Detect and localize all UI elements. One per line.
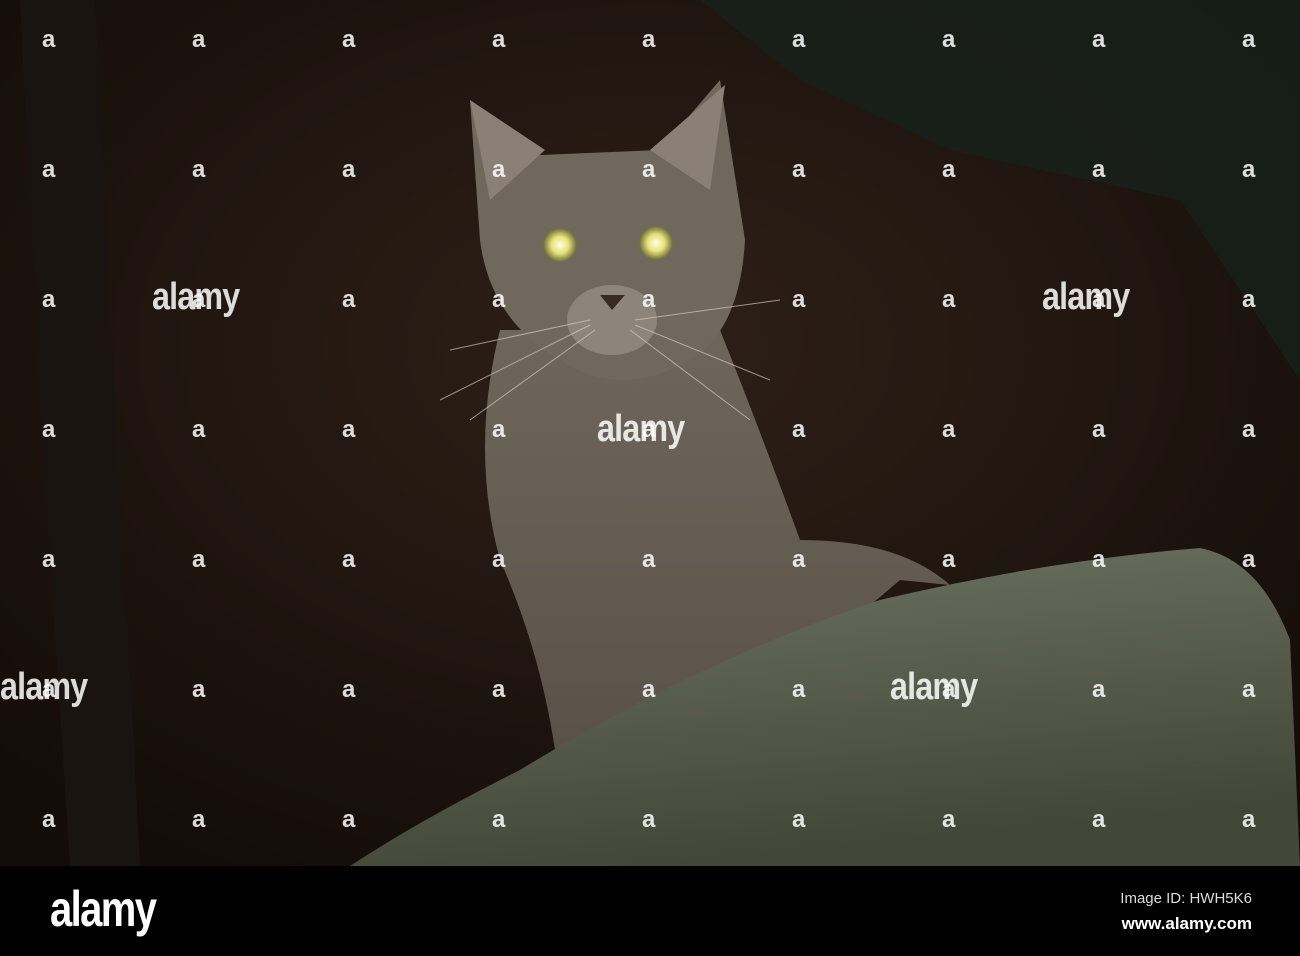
watermark-mark: a <box>1242 26 1256 53</box>
watermark-mark: a <box>42 416 56 443</box>
watermark-mark: a <box>642 546 656 573</box>
watermark-text: alamy <box>1042 276 1130 318</box>
watermark-mark: a <box>642 676 656 703</box>
cat-eye-left <box>543 228 577 262</box>
watermark-mark: a <box>942 546 956 573</box>
watermark-mark: a <box>642 156 656 183</box>
watermark-mark: a <box>192 286 206 313</box>
watermark-text: alamy <box>890 666 978 708</box>
watermark-mark: a <box>642 806 656 833</box>
watermark-mark: a <box>942 26 956 53</box>
watermark-mark: a <box>792 546 806 573</box>
watermark-mark: a <box>642 286 656 313</box>
watermark-mark: a <box>1242 156 1256 183</box>
watermark-mark: a <box>642 26 656 53</box>
watermark-mark: a <box>342 156 356 183</box>
cat-eye-right <box>639 226 673 260</box>
watermark-mark: a <box>192 806 206 833</box>
watermark-mark: a <box>1242 416 1256 443</box>
watermark-mark: a <box>492 806 506 833</box>
watermark-mark: a <box>492 546 506 573</box>
watermark-mark: a <box>1242 546 1256 573</box>
watermark-mark: a <box>1242 286 1256 313</box>
watermark-mark: a <box>192 26 206 53</box>
watermark-mark: a <box>42 806 56 833</box>
watermark-mark: a <box>1242 676 1256 703</box>
watermark-mark: a <box>1092 26 1106 53</box>
watermark-mark: a <box>1092 416 1106 443</box>
watermark-mark: a <box>342 26 356 53</box>
watermark-mark: a <box>792 806 806 833</box>
watermark-mark: a <box>42 286 56 313</box>
watermark-mark: a <box>792 156 806 183</box>
watermark-mark: a <box>642 416 656 443</box>
watermark-text: alamy <box>597 408 685 450</box>
watermark-mark: a <box>492 416 506 443</box>
watermark-mark: a <box>342 546 356 573</box>
watermark-mark: a <box>942 676 956 703</box>
watermark-mark: a <box>42 26 56 53</box>
watermark-mark: a <box>342 676 356 703</box>
watermark-mark: a <box>792 676 806 703</box>
watermark-mark: a <box>942 416 956 443</box>
watermark-mark: a <box>492 676 506 703</box>
watermark-mark: a <box>1242 806 1256 833</box>
watermark-mark: a <box>42 676 56 703</box>
alamy-logo: alamy <box>50 881 157 937</box>
watermark-mark: a <box>42 546 56 573</box>
watermark-mark: a <box>1092 546 1106 573</box>
watermark-mark: a <box>1092 156 1106 183</box>
watermark-mark: a <box>492 156 506 183</box>
watermark-mark: a <box>492 286 506 313</box>
watermark-mark: a <box>342 806 356 833</box>
watermark-mark: a <box>792 26 806 53</box>
watermark-mark: a <box>792 416 806 443</box>
watermark-mark: a <box>42 156 56 183</box>
watermark-mark: a <box>1092 286 1106 313</box>
watermark-mark: a <box>1092 676 1106 703</box>
watermark-mark: a <box>942 286 956 313</box>
image-id: Image ID: HWH5K6 <box>1120 890 1252 907</box>
watermark-mark: a <box>792 286 806 313</box>
watermark-mark: a <box>342 416 356 443</box>
watermark-mark: a <box>192 676 206 703</box>
footer-bar: alamy Image ID: HWH5K6 www.alamy.com <box>0 866 1300 956</box>
watermark-mark: a <box>192 416 206 443</box>
watermark-mark: a <box>192 156 206 183</box>
site-url[interactable]: www.alamy.com <box>1122 914 1252 934</box>
watermark-mark: a <box>342 286 356 313</box>
watermark-mark: a <box>942 806 956 833</box>
watermark-mark: a <box>192 546 206 573</box>
watermark-mark: a <box>942 156 956 183</box>
watermark-mark: a <box>492 26 506 53</box>
watermark-mark: a <box>1092 806 1106 833</box>
